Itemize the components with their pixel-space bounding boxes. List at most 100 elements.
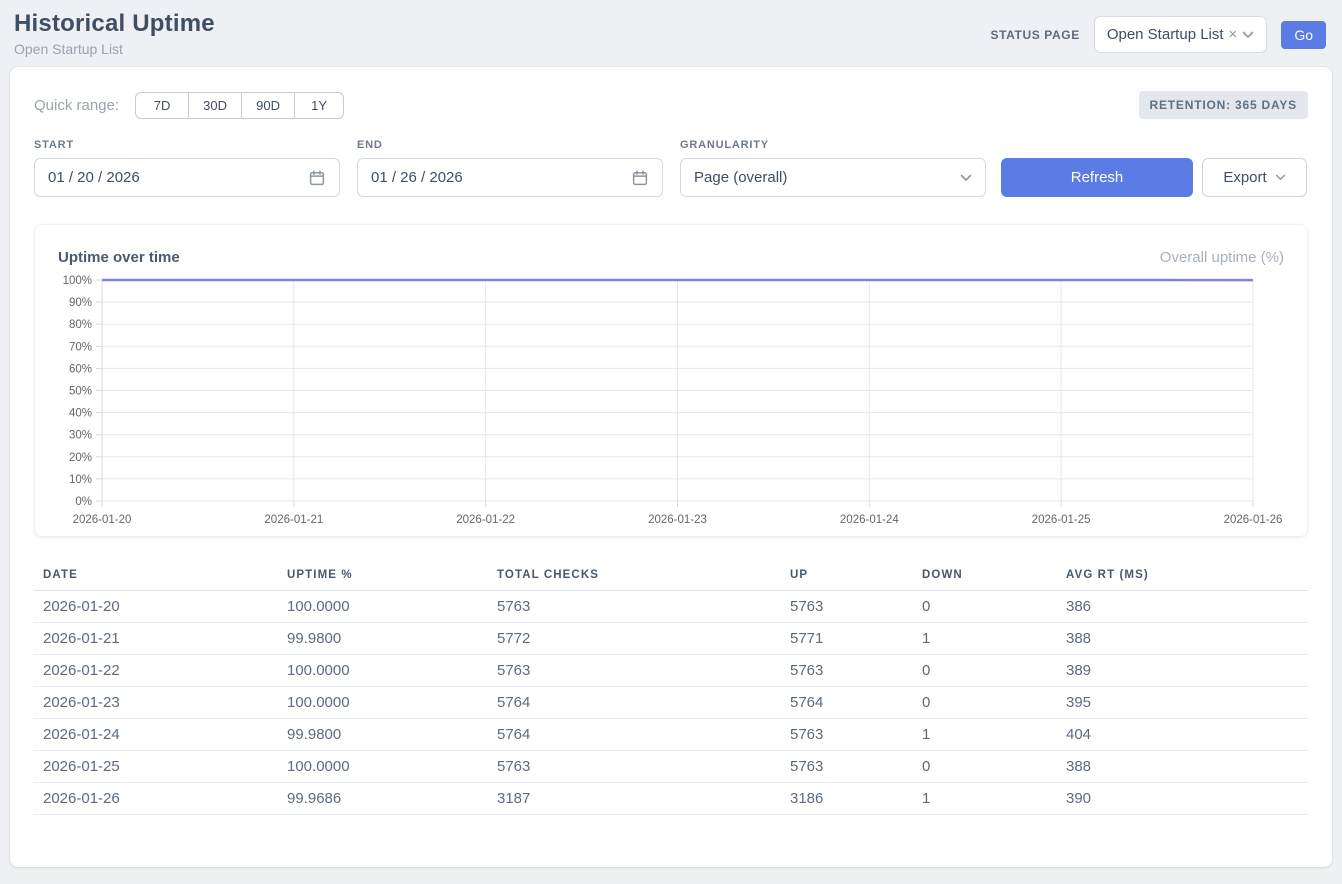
table-cell: 0 [913,655,1057,687]
y-axis-tick-label: 0% [75,496,92,508]
table-cell: 2026-01-22 [34,655,278,687]
end-label: END [357,139,680,151]
chart-header: Uptime over time Overall uptime (%) [51,241,1291,266]
go-button[interactable]: Go [1281,21,1326,49]
calendar-icon[interactable] [308,169,326,187]
table-cell: 5763 [488,655,781,687]
table-cell: 100.0000 [278,655,488,687]
table-row: 2026-01-22100.0000576357630389 [34,655,1308,687]
table-cell: 99.9686 [278,783,488,815]
clear-selection-icon[interactable]: × [1228,27,1239,42]
x-axis-tick-label: 2026-01-23 [648,514,707,526]
calendar-icon[interactable] [631,169,649,187]
table-row: 2026-01-23100.0000576457640395 [34,687,1308,719]
table-cell: 5772 [488,623,781,655]
column-header: UP [781,561,913,591]
table-cell: 395 [1057,687,1308,719]
quick-range-7d[interactable]: 7D [135,92,189,119]
uptime-chart-card: Uptime over time Overall uptime (%) 0% 10… [34,224,1308,537]
y-axis-tick-label: 30% [69,430,92,442]
quick-range-group: 7D30D90D1Y [135,92,344,119]
table-row: 2026-01-2199.9800577257711388 [34,623,1308,655]
table-cell: 1 [913,623,1057,655]
table-cell: 0 [913,751,1057,783]
status-page-selected-value: Open Startup List [1107,26,1224,43]
table-cell: 5763 [781,751,913,783]
start-date-value: 01 / 20 / 2026 [48,169,308,186]
table-cell: 1 [913,783,1057,815]
table-row: 2026-01-2699.9686318731861390 [34,783,1308,815]
refresh-button[interactable]: Refresh [1001,158,1193,197]
table-cell: 100.0000 [278,591,488,623]
quick-range-90d[interactable]: 90D [241,92,295,119]
table-cell: 404 [1057,719,1308,751]
x-axis-tick-label: 2026-01-24 [840,514,899,526]
chart-title: Uptime over time [58,249,180,266]
table-cell: 2026-01-26 [34,783,278,815]
table-cell: 389 [1057,655,1308,687]
y-axis-tick-label: 10% [69,474,92,486]
table-cell: 5764 [781,687,913,719]
table-cell: 5771 [781,623,913,655]
column-header: DOWN [913,561,1057,591]
y-axis-tick-label: 90% [69,297,92,309]
table-cell: 2026-01-21 [34,623,278,655]
y-axis-tick-label: 60% [69,363,92,375]
granularity-selected-value: Page (overall) [694,169,960,186]
chevron-down-icon [1275,174,1286,181]
table-cell: 2026-01-20 [34,591,278,623]
export-label: Export [1223,169,1266,186]
table-cell: 0 [913,687,1057,719]
table-cell: 5763 [781,591,913,623]
main-panel: Quick range: 7D30D90D1Y RETENTION: 365 D… [10,67,1332,867]
table-cell: 0 [913,591,1057,623]
quick-range-1y[interactable]: 1Y [294,92,344,119]
granularity-label: GRANULARITY [680,139,1001,151]
table-cell: 99.9800 [278,719,488,751]
table-cell: 5763 [781,655,913,687]
y-axis-tick-label: 50% [69,386,92,398]
table-cell: 5763 [488,751,781,783]
y-axis-tick-label: 70% [69,341,92,353]
uptime-line-chart: 0%10%20%30%40%50%60%70%80%90%100%2026-01… [51,272,1291,526]
column-header: AVG RT (MS) [1057,561,1308,591]
filter-fields-row: START 01 / 20 / 2026 END 01 / 26 / 2026 … [34,139,1308,197]
table-row: 2026-01-25100.0000576357630388 [34,751,1308,783]
table-cell: 3187 [488,783,781,815]
table-cell: 3186 [781,783,913,815]
table-header-row: DATEUPTIME %TOTAL CHECKSUPDOWNAVG RT (MS… [34,561,1308,591]
granularity-select[interactable]: Page (overall) [680,158,986,197]
start-date-input[interactable]: 01 / 20 / 2026 [34,158,340,197]
column-header: TOTAL CHECKS [488,561,781,591]
chevron-down-icon [960,174,972,182]
table-cell: 5763 [488,591,781,623]
page-title: Historical Uptime [14,10,215,38]
table-cell: 388 [1057,751,1308,783]
quick-range-label: Quick range: [34,97,119,114]
granularity-field: GRANULARITY Page (overall) [680,139,1001,197]
quick-range-row: Quick range: 7D30D90D1Y RETENTION: 365 D… [34,91,1308,119]
x-axis-tick-label: 2026-01-21 [264,514,323,526]
x-axis-tick-label: 2026-01-20 [73,514,132,526]
page-subtitle: Open Startup List [14,41,215,57]
table-cell: 100.0000 [278,687,488,719]
y-axis-tick-label: 40% [69,408,92,420]
table-cell: 5763 [781,719,913,751]
status-page-select[interactable]: Open Startup List × [1094,16,1268,53]
table-cell: 388 [1057,623,1308,655]
table-row: 2026-01-20100.0000576357630386 [34,591,1308,623]
quick-range-30d[interactable]: 30D [188,92,242,119]
retention-badge: RETENTION: 365 DAYS [1139,91,1308,119]
table-cell: 2026-01-24 [34,719,278,751]
table-row: 2026-01-2499.9800576457631404 [34,719,1308,751]
topbar-controls: STATUS PAGE Open Startup List × Go [991,16,1326,53]
end-date-value: 01 / 26 / 2026 [371,169,631,186]
table-cell: 100.0000 [278,751,488,783]
table-cell: 2026-01-23 [34,687,278,719]
y-axis-tick-label: 20% [69,452,92,464]
export-button[interactable]: Export [1202,158,1307,197]
end-date-input[interactable]: 01 / 26 / 2026 [357,158,663,197]
uptime-table: DATEUPTIME %TOTAL CHECKSUPDOWNAVG RT (MS… [34,561,1308,815]
table-cell: 5764 [488,687,781,719]
table-cell: 99.9800 [278,623,488,655]
